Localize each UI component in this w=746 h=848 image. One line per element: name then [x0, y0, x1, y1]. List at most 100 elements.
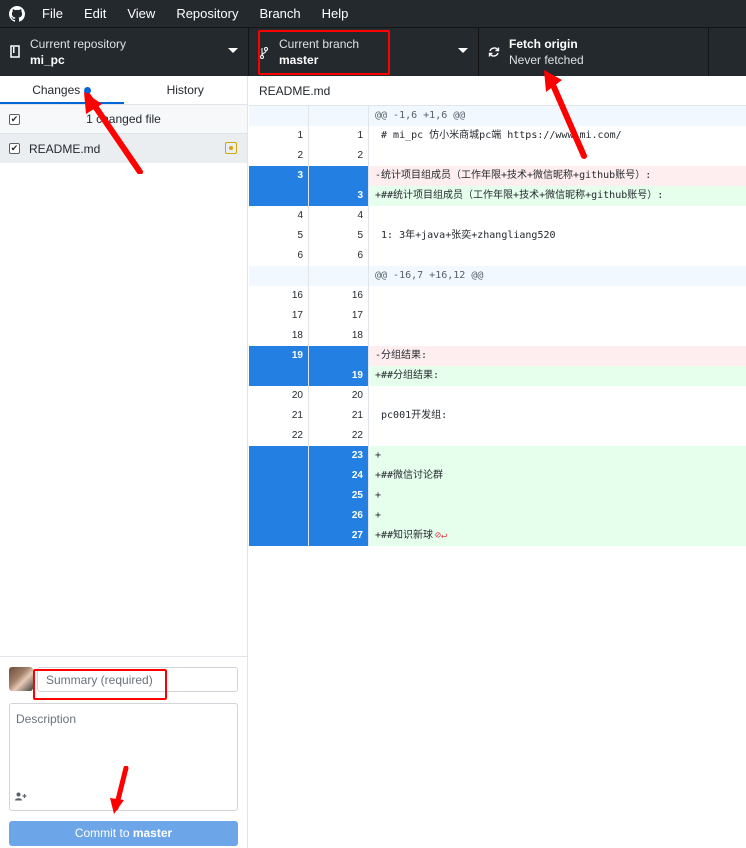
diff-line[interactable]: 19 -分组结果: [249, 346, 746, 366]
old-line-number[interactable]: 20 [249, 386, 309, 406]
toolbar: Current repository mi_pc Current branch … [0, 27, 746, 76]
tab-history-label: History [166, 83, 204, 97]
diff-line[interactable]: 22 [249, 146, 746, 166]
new-line-number[interactable] [309, 166, 369, 186]
commit-button-prefix: Commit to [74, 826, 133, 840]
menu-file[interactable]: File [42, 6, 73, 21]
diff-line[interactable]: 25 + [249, 486, 746, 506]
commit-button[interactable]: Commit to master [9, 821, 238, 846]
new-line-number[interactable]: 6 [309, 246, 369, 266]
new-line-number[interactable]: 5 [309, 226, 369, 246]
diff-line[interactable]: 18 18 [249, 326, 746, 346]
diff-line[interactable]: 66 [249, 246, 746, 266]
new-line-number[interactable] [309, 106, 369, 126]
diff-line[interactable]: 44 [249, 206, 746, 226]
chevron-down-icon [458, 48, 468, 53]
diff-line-text: +##微信讨论群 [369, 466, 746, 486]
new-line-number[interactable]: 23 [309, 446, 369, 466]
diff-line-text: -统计项目组成员（工作年限+技术+微信昵称+github账号）: [369, 166, 746, 186]
diff-line[interactable]: 11 # mi_pc 仿小米商城pc端 https://www.mi.com/ [249, 126, 746, 146]
menu-edit[interactable]: Edit [84, 6, 116, 21]
summary-input[interactable] [37, 667, 238, 692]
diff-pane: README.md @@ -1,6 +1,6 @@ 1 1 # mi_pc 仿小米商… [249, 76, 746, 848]
diff-line-text [369, 426, 746, 446]
new-line-number[interactable] [309, 266, 369, 286]
old-line-number[interactable]: 4 [249, 206, 309, 226]
new-line-number[interactable]: 27 [309, 526, 369, 546]
old-line-number[interactable] [249, 106, 309, 126]
old-line-number[interactable]: 5 [249, 226, 309, 246]
old-line-number[interactable]: 17 [249, 306, 309, 326]
changes-indicator-dot [84, 87, 92, 95]
menu-repository[interactable]: Repository [176, 6, 248, 21]
tab-history[interactable]: History [124, 76, 248, 104]
old-line-number[interactable]: 3 [249, 166, 309, 186]
new-line-number[interactable]: 18 [309, 326, 369, 346]
old-line-number[interactable]: 16 [249, 286, 309, 306]
new-line-number[interactable]: 21 [309, 406, 369, 426]
repository-label: Current repository [30, 37, 127, 51]
menu-branch[interactable]: Branch [259, 6, 310, 21]
diff-line[interactable]: 3 +##统计项目组成员（工作年限+技术+微信昵称+github账号）: [249, 186, 746, 206]
new-line-number[interactable]: 1 [309, 126, 369, 146]
old-line-number[interactable] [249, 466, 309, 486]
old-line-number[interactable]: 18 [249, 326, 309, 346]
diff-line-text: +##知识新球 [369, 526, 746, 546]
old-line-number[interactable] [249, 366, 309, 386]
old-line-number[interactable]: 1 [249, 126, 309, 146]
tab-changes[interactable]: Changes [0, 76, 124, 104]
old-line-number[interactable]: 19 [249, 346, 309, 366]
old-line-number[interactable] [249, 486, 309, 506]
new-line-number[interactable]: 22 [309, 426, 369, 446]
diff-line[interactable]: 23 + [249, 446, 746, 466]
diff-line[interactable]: 22 22 [249, 426, 746, 446]
menu-view[interactable]: View [127, 6, 165, 21]
new-line-number[interactable]: 19 [309, 366, 369, 386]
current-branch-button[interactable]: Current branch master [249, 28, 479, 76]
old-line-number[interactable]: 22 [249, 426, 309, 446]
file-name: README.md [29, 141, 101, 156]
new-line-number[interactable]: 16 [309, 286, 369, 306]
diff-hunk-header[interactable]: @@ -16,7 +16,12 @@ [249, 266, 746, 286]
diff-line-text [369, 246, 746, 266]
new-line-number[interactable]: 17 [309, 306, 369, 326]
diff-line[interactable]: 20 20 [249, 386, 746, 406]
new-line-number[interactable]: 24 [309, 466, 369, 486]
diff-line[interactable]: 55 1: 3年+java+张奕+zhangliang520 [249, 226, 746, 246]
old-line-number[interactable]: 2 [249, 146, 309, 166]
description-input[interactable] [9, 703, 238, 811]
new-line-number[interactable]: 2 [309, 146, 369, 166]
diff-line[interactable]: 21 21 pc001开发组: [249, 406, 746, 426]
old-line-number[interactable] [249, 526, 309, 546]
branch-name: master [279, 53, 319, 67]
old-line-number[interactable] [249, 506, 309, 526]
current-repository-button[interactable]: Current repository mi_pc [0, 28, 249, 76]
new-line-number[interactable]: 20 [309, 386, 369, 406]
diff-line[interactable]: 17 17 [249, 306, 746, 326]
old-line-number[interactable] [249, 266, 309, 286]
old-line-number[interactable] [249, 186, 309, 206]
file-list-item[interactable]: ✔ README.md [0, 134, 247, 163]
diff-line[interactable]: 16 16 [249, 286, 746, 306]
diff-line-text: @@ -1,6 +1,6 @@ [369, 106, 746, 126]
menu-help[interactable]: Help [322, 6, 359, 21]
new-line-number[interactable]: 3 [309, 186, 369, 206]
diff-line[interactable]: 3 -统计项目组成员（工作年限+技术+微信昵称+github账号）: [249, 166, 746, 186]
fetch-origin-button[interactable]: Fetch origin Never fetched [479, 28, 709, 76]
new-line-number[interactable]: 25 [309, 486, 369, 506]
add-coauthor-icon[interactable] [15, 792, 27, 804]
old-line-number[interactable]: 6 [249, 246, 309, 266]
diff-line[interactable]: 24 +##微信讨论群 [249, 466, 746, 486]
old-line-number[interactable]: 21 [249, 406, 309, 426]
diff-line[interactable]: 19 +##分组结果: [249, 366, 746, 386]
diff-hunk-header[interactable]: @@ -1,6 +1,6 @@ [249, 106, 746, 126]
new-line-number[interactable]: 26 [309, 506, 369, 526]
new-line-number[interactable]: 4 [309, 206, 369, 226]
diff-line[interactable]: 27 +##知识新球 ⊘↵ [249, 526, 746, 546]
old-line-number[interactable] [249, 446, 309, 466]
file-checkbox[interactable]: ✔ [9, 143, 20, 154]
sync-icon [479, 46, 509, 58]
diff-line[interactable]: 26 + [249, 506, 746, 526]
diff-line-text: + [369, 446, 746, 466]
new-line-number[interactable] [309, 346, 369, 366]
